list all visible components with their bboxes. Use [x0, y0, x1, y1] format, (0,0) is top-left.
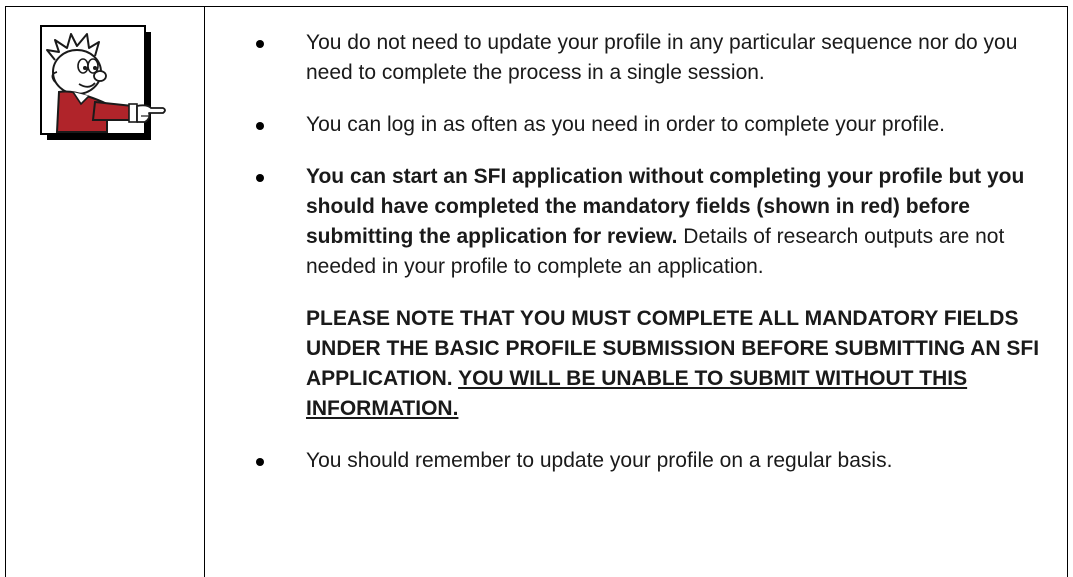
pointing-character-icon	[37, 20, 169, 160]
bullet-text: You should remember to update your profi…	[306, 449, 893, 472]
list-item: You should remember to update your profi…	[250, 446, 1050, 476]
table-right-border	[1067, 6, 1068, 577]
mandatory-note: PLEASE NOTE THAT YOU MUST COMPLETE ALL M…	[250, 304, 1050, 424]
table-column-divider	[204, 6, 205, 577]
list-item: You can start an SFI application without…	[250, 162, 1050, 282]
bullet-text: You do not need to update your profile i…	[306, 31, 1018, 84]
bullet-icon	[256, 174, 264, 182]
list-item: You do not need to update your profile i…	[250, 28, 1050, 88]
bullet-icon	[256, 122, 264, 130]
bullet-icon	[256, 40, 264, 48]
bullet-icon	[256, 458, 264, 466]
list-item: You can log in as often as you need in o…	[250, 110, 1050, 140]
table-top-border	[5, 6, 1068, 7]
callout-table: You do not need to update your profile i…	[0, 0, 1073, 577]
bullet-text: You can log in as often as you need in o…	[306, 113, 945, 136]
tips-list: You do not need to update your profile i…	[250, 28, 1050, 498]
table-left-border	[5, 6, 6, 577]
